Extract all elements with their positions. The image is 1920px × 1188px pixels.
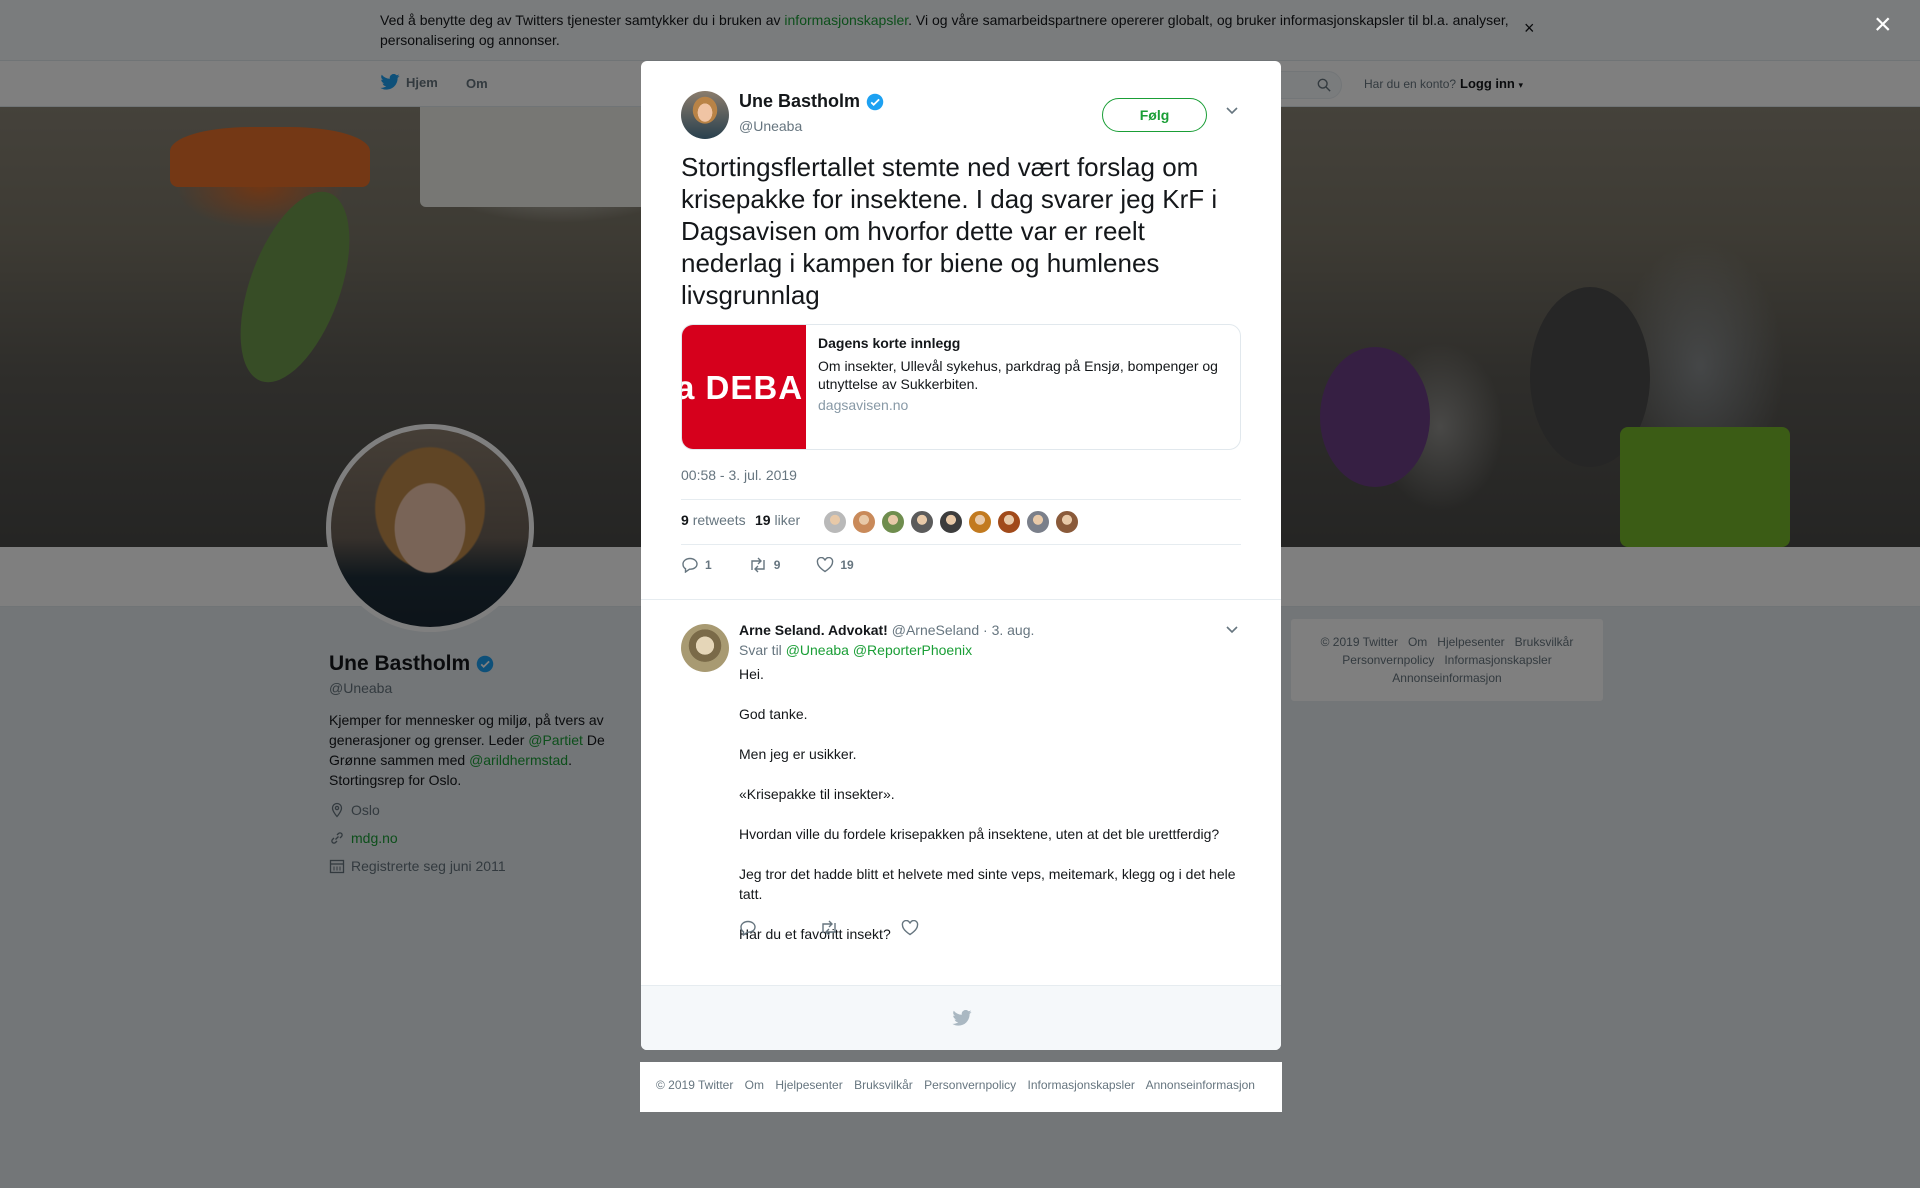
- reply-header: Arne Seland. Advokat! @ArneSeland · 3. a…: [739, 622, 1034, 638]
- like-button[interactable]: 19: [816, 557, 854, 573]
- link-card-title: Dagens korte innlegg: [818, 335, 961, 351]
- reply-date[interactable]: · 3. aug.: [983, 622, 1034, 638]
- tweet-author-name[interactable]: Une Bastholm: [739, 91, 884, 112]
- tweet-stats: 9 retweets 19 liker: [681, 499, 1241, 545]
- like-count: 19: [840, 558, 854, 572]
- follow-button[interactable]: Følg: [1102, 98, 1207, 132]
- liker-avatar[interactable]: [1055, 510, 1079, 534]
- footer-link-bruksvilkar[interactable]: Bruksvilkår: [854, 1078, 913, 1092]
- twitter-bird-icon: [952, 1010, 972, 1026]
- footer-link-annonseinformasjon[interactable]: Annonseinformasjon: [1146, 1078, 1255, 1092]
- retweet-icon: [822, 920, 836, 936]
- tweet-author-name-text: Une Bastholm: [739, 91, 861, 111]
- liker-avatar[interactable]: [852, 510, 876, 534]
- tweet-actions: 1 9 19: [681, 557, 890, 573]
- verified-badge-icon: [866, 93, 884, 110]
- reply-line: God tanke.: [739, 706, 808, 722]
- modal-bottom-footer: © 2019 Twitter Om Hjelpesenter Bruksvilk…: [640, 1062, 1282, 1112]
- liker-avatar[interactable]: [881, 510, 905, 534]
- footer-link-personvern[interactable]: Personvernpolicy: [924, 1078, 1016, 1092]
- heart-icon: [901, 919, 919, 936]
- link-card-description: Om insekter, Ullevål sykehus, parkdrag p…: [818, 358, 1218, 392]
- retweets-count: 9: [681, 512, 689, 528]
- likes-label: liker: [774, 512, 801, 528]
- reply-line: Men jeg er usikker.: [739, 746, 857, 762]
- reply-count: 1: [705, 558, 712, 572]
- footer-link-om[interactable]: Om: [745, 1078, 764, 1092]
- reply-icon: [740, 920, 756, 937]
- reply-line: Jeg tror det hadde blitt et helvete med …: [739, 866, 1236, 902]
- chevron-down-icon[interactable]: [1225, 105, 1239, 115]
- reply-author-name[interactable]: Arne Seland. Advokat!: [739, 622, 888, 638]
- reply-to-link-reporterphoenix[interactable]: @ReporterPhoenix: [853, 642, 972, 658]
- reply-to-label: Svar til: [739, 642, 782, 658]
- tweet-text: Stortingsflertallet stemte ned vært fors…: [681, 152, 1218, 310]
- reply-to: Svar til @Uneaba @ReporterPhoenix: [739, 642, 972, 658]
- reply-actions: [739, 919, 981, 941]
- liker-avatars: [823, 510, 1079, 534]
- tweet-author-handle[interactable]: @Uneaba: [739, 118, 802, 134]
- link-card-domain: dagsavisen.no: [818, 397, 909, 413]
- liker-avatar[interactable]: [1026, 510, 1050, 534]
- reply-author-handle[interactable]: @ArneSeland: [892, 622, 979, 638]
- retweet-button[interactable]: 9: [748, 557, 781, 573]
- reply-to-link-uneaba[interactable]: @Uneaba: [786, 642, 849, 658]
- tweet-timestamp[interactable]: 00:58 - 3. jul. 2019: [681, 467, 797, 483]
- retweet-icon: [750, 557, 765, 573]
- liker-avatar[interactable]: [939, 510, 963, 534]
- likes-stat[interactable]: 19 liker: [755, 512, 800, 528]
- retweets-label: retweets: [692, 512, 746, 528]
- likes-count: 19: [755, 512, 771, 528]
- link-card[interactable]: a DEBA Dagens korte innlegg Om insekter,…: [681, 324, 1241, 450]
- reply-button[interactable]: 1: [681, 557, 712, 573]
- reply-line: Hvordan ville du fordele krisepakken på …: [739, 826, 1220, 842]
- close-modal-button[interactable]: ×: [1874, 10, 1892, 40]
- chevron-down-icon[interactable]: [1225, 624, 1239, 634]
- tweet-author-avatar[interactable]: [681, 91, 729, 139]
- reply-author-avatar[interactable]: [681, 624, 729, 672]
- liker-avatar[interactable]: [910, 510, 934, 534]
- heart-icon: [817, 557, 834, 573]
- liker-avatar[interactable]: [968, 510, 992, 534]
- reply-like-button[interactable]: [901, 919, 919, 941]
- reply-line: Hei.: [739, 666, 764, 682]
- tweet-permalink-modal: Une Bastholm @Uneaba Følg Stortingsflert…: [641, 61, 1281, 1050]
- modal-footer: [641, 985, 1281, 1050]
- link-card-image: a DEBA: [682, 325, 806, 449]
- reply-line: «Krisepakke til insekter».: [739, 786, 895, 802]
- reply-reply-button[interactable]: [739, 920, 757, 941]
- footer-link-informasjonskapsler[interactable]: Informasjonskapsler: [1028, 1078, 1135, 1092]
- footer-copyright: © 2019 Twitter: [656, 1078, 734, 1092]
- liker-avatar[interactable]: [823, 510, 847, 534]
- reply-text: Hei. God tanke. Men jeg er usikker. «Kri…: [739, 664, 1249, 964]
- liker-avatar[interactable]: [997, 510, 1021, 534]
- footer-link-hjelpesenter[interactable]: Hjelpesenter: [775, 1078, 842, 1092]
- retweets-stat[interactable]: 9 retweets: [681, 512, 746, 528]
- reply-tweet[interactable]: Arne Seland. Advokat! @ArneSeland · 3. a…: [641, 599, 1281, 961]
- reply-icon: [682, 557, 698, 573]
- retweet-count: 9: [773, 558, 781, 572]
- reply-retweet-button[interactable]: [819, 920, 839, 941]
- card-image-text: a DEBA: [682, 369, 804, 406]
